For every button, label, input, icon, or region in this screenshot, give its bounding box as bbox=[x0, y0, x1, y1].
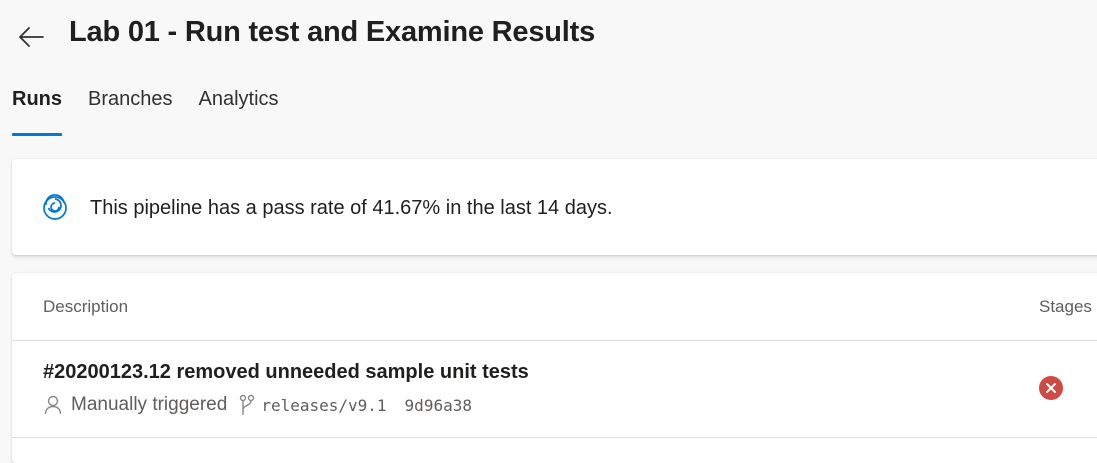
runs-table: Description Stages #20200123.12 removed … bbox=[12, 273, 1097, 463]
page-title: Lab 01 - Run test and Examine Results bbox=[69, 16, 596, 48]
back-button[interactable] bbox=[14, 20, 48, 54]
branch-name[interactable]: releases/v9.1 bbox=[261, 396, 386, 415]
branch-icon bbox=[237, 394, 257, 416]
commit-hash[interactable]: 9d96a38 bbox=[405, 396, 472, 415]
tab-analytics[interactable]: Analytics bbox=[199, 86, 279, 136]
insights-icon bbox=[43, 194, 67, 220]
tab-bar: Runs Branches Analytics bbox=[12, 86, 279, 136]
page-header: Lab 01 - Run test and Examine Results bbox=[0, 0, 1097, 72]
run-title[interactable]: #20200123.12 removed unneeded sample uni… bbox=[43, 361, 529, 384]
tab-runs[interactable]: Runs bbox=[12, 86, 62, 136]
pass-rate-message: This pipeline has a pass rate of 41.67% … bbox=[90, 197, 613, 219]
tab-branches[interactable]: Branches bbox=[88, 86, 173, 136]
error-circle-icon[interactable] bbox=[1039, 376, 1063, 400]
trigger-reason: Manually triggered bbox=[71, 394, 228, 415]
pass-rate-banner: This pipeline has a pass rate of 41.67% … bbox=[12, 159, 1097, 255]
table-row[interactable]: #20200123.12 removed unneeded sample uni… bbox=[12, 341, 1097, 437]
arrow-left-icon bbox=[19, 27, 44, 47]
column-header-description[interactable]: Description bbox=[43, 297, 128, 317]
column-header-stages[interactable]: Stages bbox=[1039, 297, 1092, 317]
run-meta: Manually triggered releases/v9.1 9d96a38 bbox=[43, 394, 472, 416]
person-icon bbox=[43, 394, 63, 416]
row-divider bbox=[12, 437, 1097, 438]
